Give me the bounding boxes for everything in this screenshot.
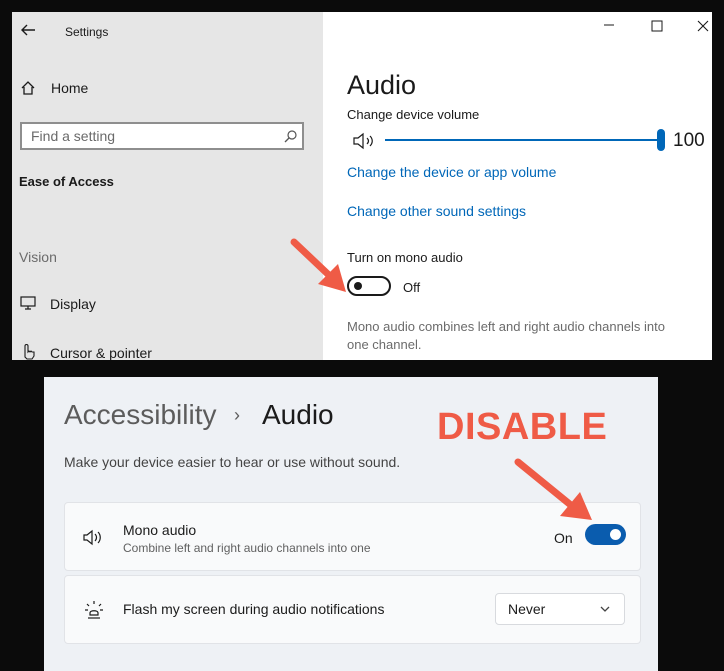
annotation-arrow-icon — [514, 458, 592, 520]
window-title: Settings — [65, 25, 109, 39]
close-icon — [697, 20, 709, 32]
volume-value: 100 — [673, 130, 705, 151]
mono-audio-title: Mono audio — [123, 522, 197, 538]
chevron-down-icon — [600, 606, 610, 612]
link-other-sound-settings[interactable]: Change other sound settings — [347, 203, 526, 219]
mono-audio-description: Mono audio combines left and right audio… — [347, 318, 665, 354]
sidebar-item-label: Display — [50, 296, 96, 312]
toggle-knob — [354, 282, 362, 290]
minimize-icon — [604, 24, 614, 26]
back-button[interactable] — [20, 23, 36, 42]
mono-audio-subtitle: Combine left and right audio channels in… — [123, 541, 371, 555]
win10-settings-window: Settings Home Find a setting Ease of Acc… — [12, 12, 712, 360]
arrow-left-icon — [21, 24, 35, 36]
annotation-arrow-icon — [290, 238, 346, 292]
sidebar-item-label: Home — [51, 80, 89, 96]
flash-bulb-icon — [85, 601, 103, 619]
flash-screen-select[interactable]: Never — [495, 593, 625, 625]
close-button[interactable] — [697, 19, 709, 37]
group-label: Vision — [19, 249, 57, 265]
breadcrumb-parent[interactable]: Accessibility — [64, 399, 216, 431]
mono-audio-toggle[interactable] — [347, 276, 391, 296]
section-title: Ease of Access — [19, 174, 114, 189]
description-line: one channel. — [347, 337, 422, 352]
annotation-disable-label: DISABLE — [437, 406, 608, 448]
select-value: Never — [508, 601, 546, 617]
search-input[interactable]: Find a setting — [20, 122, 304, 150]
mono-audio-state: Off — [403, 280, 421, 295]
maximize-icon — [651, 20, 663, 32]
pointer-hand-icon — [24, 344, 35, 360]
main-panel: Audio Change device volume 100 Change th… — [323, 12, 712, 360]
mono-audio-toggle[interactable] — [585, 524, 626, 545]
minimize-button[interactable] — [603, 18, 615, 36]
link-device-app-volume[interactable]: Change the device or app volume — [347, 164, 556, 180]
home-icon — [21, 81, 35, 95]
monitor-icon — [20, 296, 36, 310]
volume-slider-thumb[interactable] — [657, 129, 665, 151]
device-volume-label: Change device volume — [347, 107, 480, 122]
page-title: Audio — [347, 70, 417, 100]
search-icon — [284, 130, 297, 143]
search-placeholder: Find a setting — [31, 128, 116, 144]
sidebar-item-home[interactable]: Home — [20, 78, 300, 100]
description-line: Mono audio combines left and right audio… — [347, 319, 665, 334]
sidebar-item-label: Cursor & pointer — [50, 345, 152, 360]
page-description: Make your device easier to hear or use w… — [64, 454, 401, 470]
sidebar-item-display[interactable]: Display — [20, 294, 300, 316]
mono-audio-label: Turn on mono audio — [347, 250, 463, 265]
speaker-icon — [83, 529, 101, 546]
maximize-button[interactable] — [651, 19, 663, 37]
volume-slider-track[interactable] — [385, 139, 659, 141]
sidebar-item-cursor-pointer[interactable]: Cursor & pointer — [20, 342, 300, 360]
speaker-icon[interactable] — [352, 132, 378, 150]
sidebar: Settings Home Find a setting Ease of Acc… — [12, 12, 323, 360]
breadcrumb-current: Audio — [262, 399, 334, 430]
toggle-knob — [610, 529, 621, 540]
mono-audio-state: On — [554, 530, 573, 546]
breadcrumb-separator: › — [234, 405, 240, 425]
flash-screen-title: Flash my screen during audio notificatio… — [123, 601, 385, 617]
